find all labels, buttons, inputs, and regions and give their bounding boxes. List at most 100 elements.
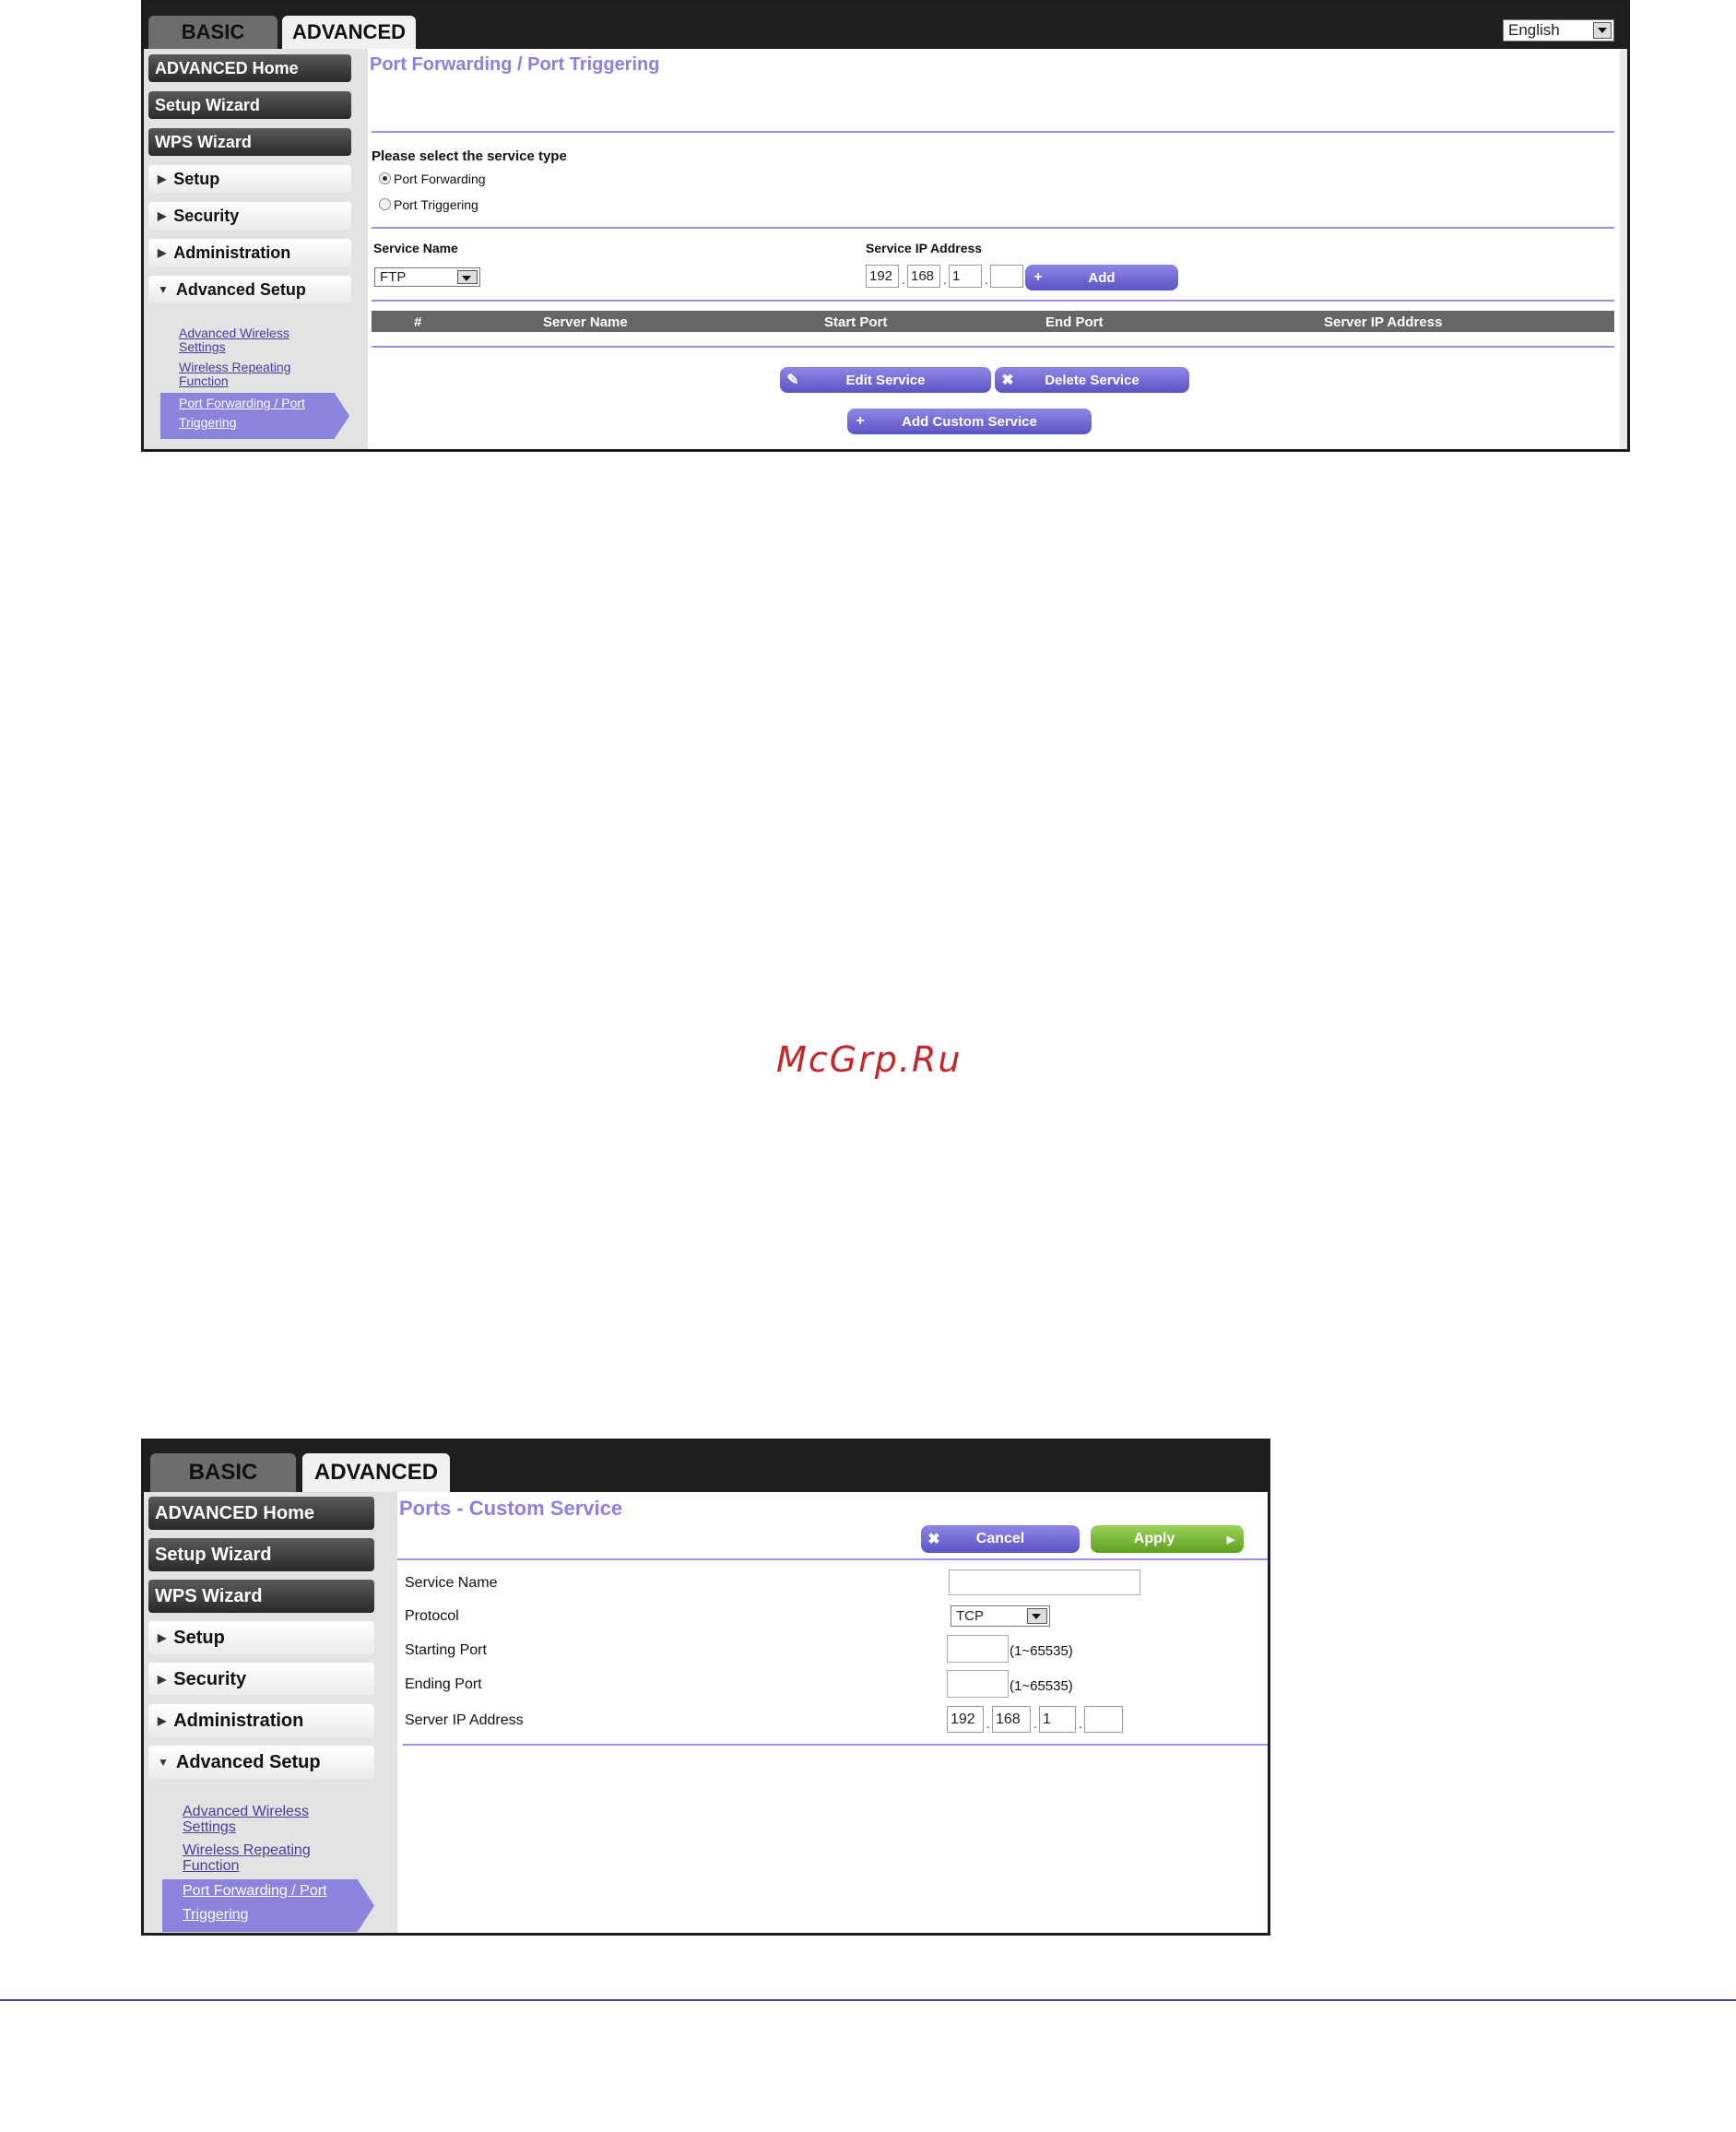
- link-line: Settings: [183, 1818, 236, 1835]
- link-advanced-wireless-settings[interactable]: Advanced Wireless Settings: [179, 326, 289, 353]
- link-line: Triggering: [183, 1906, 249, 1923]
- radio-port-forwarding[interactable]: [379, 172, 391, 184]
- port-forwarding-screenshot: BASIC ADVANCED English ADVANCED Home Set…: [141, 0, 1630, 452]
- nav-administration[interactable]: ▶ Administration: [148, 239, 351, 266]
- caret-right-icon: ▶: [158, 246, 167, 259]
- page-title: Port Forwarding / Port Triggering: [370, 54, 660, 75]
- link-line: Settings: [179, 338, 226, 354]
- caret-down-icon: ▼: [158, 283, 169, 296]
- cancel-button[interactable]: ✖ Cancel: [921, 1525, 1080, 1553]
- ip-octet-2[interactable]: 168: [907, 265, 940, 288]
- delete-service-label: Delete Service: [1045, 372, 1140, 388]
- service-ip-label: Service IP Address: [866, 241, 983, 255]
- language-select[interactable]: English: [1503, 19, 1614, 41]
- link-port-forwarding-active[interactable]: Port Forwarding / Port Triggering: [162, 1879, 374, 1932]
- nav-advanced-setup[interactable]: ▼ Advanced Setup: [148, 276, 351, 303]
- ip-octet-1[interactable]: 192: [947, 1706, 984, 1733]
- watermark-text: McGrp.Ru: [776, 1039, 962, 1080]
- link-wireless-repeating-function[interactable]: Wireless Repeating Function: [183, 1842, 311, 1875]
- ip-octet-1[interactable]: 192: [866, 265, 899, 288]
- plus-icon: +: [856, 413, 865, 429]
- nav-setup[interactable]: ▶ Setup: [148, 1621, 374, 1654]
- nav-setup-label: Setup: [173, 1627, 225, 1648]
- edit-service-button[interactable]: ✎ Edit Service: [780, 367, 991, 393]
- link-port-forwarding-active[interactable]: Port Forwarding / Port Triggering: [160, 393, 349, 439]
- radio-port-forwarding-label: Port Forwarding: [394, 172, 486, 186]
- service-name-label: Service Name: [405, 1575, 498, 1591]
- nav-security[interactable]: ▶ Security: [148, 202, 351, 230]
- divider: [372, 300, 1614, 302]
- edit-service-label: Edit Service: [845, 372, 926, 388]
- nav-setup-label: Setup: [173, 169, 220, 188]
- ip-octet-2[interactable]: 168: [992, 1706, 1031, 1733]
- divider: [372, 131, 1614, 133]
- ip-dot: .: [902, 272, 905, 287]
- radio-port-triggering[interactable]: [379, 198, 391, 210]
- ip-octet-3[interactable]: 1: [1039, 1706, 1076, 1733]
- nav-advanced-home[interactable]: ADVANCED Home: [148, 54, 351, 82]
- add-custom-service-button[interactable]: + Add Custom Service: [847, 409, 1092, 434]
- add-button-label: Add: [1088, 269, 1116, 286]
- close-icon: ✖: [927, 1532, 940, 1547]
- ending-port-input[interactable]: [947, 1670, 1009, 1698]
- nav-advanced-home[interactable]: ADVANCED Home: [148, 1497, 374, 1530]
- nav-wps-wizard[interactable]: WPS Wizard: [148, 1580, 374, 1613]
- divider: [403, 1744, 1268, 1746]
- nav-setup-wizard[interactable]: Setup Wizard: [148, 1538, 374, 1571]
- ip-dot: .: [943, 272, 947, 287]
- nav-advanced-setup[interactable]: ▼ Advanced Setup: [148, 1746, 374, 1779]
- nav-setup[interactable]: ▶ Setup: [148, 165, 351, 193]
- cancel-button-label: Cancel: [975, 1531, 1025, 1546]
- nav-administration-label: Administration: [173, 243, 291, 262]
- pencil-icon: ✎: [786, 373, 799, 388]
- arrow-right-icon: ▶: [1226, 1534, 1235, 1546]
- link-line: Function: [179, 373, 229, 388]
- add-button[interactable]: + Add: [1025, 265, 1178, 290]
- service-name-select[interactable]: FTP: [374, 267, 480, 287]
- link-line: Wireless Repeating: [183, 1842, 311, 1858]
- col-server-ip: Server IP Address: [1324, 314, 1443, 330]
- protocol-label: Protocol: [405, 1608, 459, 1624]
- nav-security-label: Security: [173, 1668, 247, 1689]
- link-line: Advanced Wireless: [179, 326, 289, 340]
- ip-octet-3[interactable]: 1: [949, 265, 982, 288]
- plus-icon: +: [1033, 269, 1043, 285]
- nav-wps-wizard[interactable]: WPS Wizard: [148, 128, 351, 156]
- nav-advanced-setup-label: Advanced Setup: [175, 1751, 321, 1772]
- tab-basic[interactable]: BASIC: [148, 16, 278, 49]
- caret-right-icon: ▶: [158, 1673, 167, 1686]
- col-number: #: [414, 314, 422, 330]
- nav-security[interactable]: ▶ Security: [148, 1663, 374, 1696]
- ip-octet-4[interactable]: [1084, 1706, 1123, 1733]
- nav-setup-wizard[interactable]: Setup Wizard: [148, 91, 351, 119]
- starting-port-input[interactable]: [947, 1635, 1009, 1663]
- tab-advanced[interactable]: ADVANCED: [302, 1453, 450, 1492]
- sidebar: ADVANCED Home Setup Wizard WPS Wizard ▶ S…: [144, 49, 368, 449]
- ip-dot: .: [986, 1716, 990, 1731]
- link-line: Wireless Repeating: [179, 360, 291, 374]
- ending-port-range: (1~65535): [1010, 1678, 1073, 1694]
- delete-service-button[interactable]: ✖ Delete Service: [995, 367, 1189, 393]
- link-advanced-wireless-settings[interactable]: Advanced Wireless Settings: [183, 1804, 309, 1836]
- col-start-port: Start Port: [824, 314, 888, 330]
- tab-basic[interactable]: BASIC: [150, 1453, 296, 1492]
- service-name-input[interactable]: [949, 1569, 1140, 1595]
- main-content: Ports - Custom Service ✖ Cancel Apply ▶ …: [397, 1492, 1268, 1933]
- caret-right-icon: ▶: [158, 1631, 167, 1644]
- apply-button[interactable]: Apply ▶: [1091, 1525, 1244, 1553]
- radio-port-triggering-label: Port Triggering: [394, 197, 478, 212]
- link-wireless-repeating-function[interactable]: Wireless Repeating Function: [179, 361, 290, 387]
- protocol-select[interactable]: TCP: [951, 1605, 1050, 1627]
- top-tab-bar: BASIC ADVANCED: [144, 1441, 1268, 1492]
- language-value: English: [1508, 21, 1560, 39]
- service-type-label: Please select the service type: [372, 148, 567, 164]
- divider: [372, 346, 1614, 348]
- tab-advanced[interactable]: ADVANCED: [282, 16, 416, 49]
- chevron-down-icon: [457, 270, 478, 284]
- page-title: Ports - Custom Service: [399, 1497, 623, 1520]
- nav-administration[interactable]: ▶ Administration: [148, 1704, 374, 1737]
- table-header: # Server Name Start Port End Port Server…: [372, 311, 1614, 332]
- footer-rule: [0, 1999, 1736, 2001]
- ip-octet-4[interactable]: [990, 265, 1023, 288]
- service-name-label: Service Name: [373, 241, 458, 255]
